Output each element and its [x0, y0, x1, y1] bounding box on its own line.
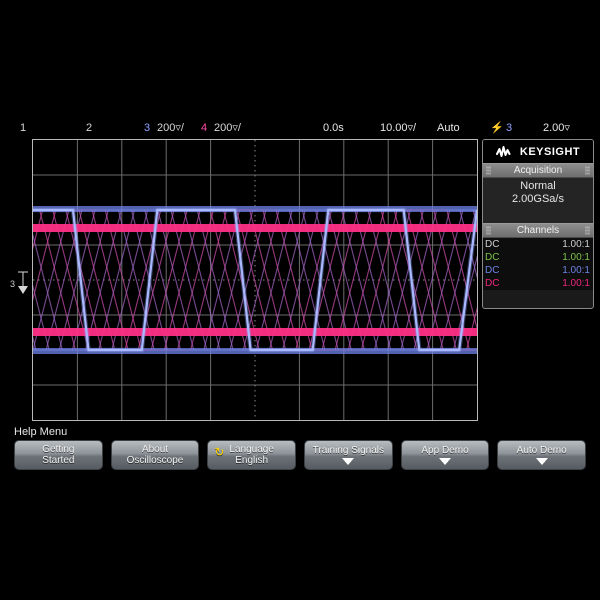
channel-1-probe-ratio: 1.00:1 [562, 239, 590, 250]
channel-row[interactable]: DC 1.00:1 [483, 264, 593, 277]
status-channel-4-scale[interactable]: 200▿/ [214, 119, 241, 137]
softkey-line1: App Demo [421, 445, 469, 456]
status-channel-4-label[interactable]: 4 [201, 119, 207, 137]
softkey-line1: Language [229, 444, 274, 455]
oscilloscope-screenshot: 1 2 3 200▿/ 4 200▿/ 0.0s 10.00▿/ Auto ⚡ … [0, 0, 600, 600]
ground-reference-marker[interactable]: 3 [10, 270, 32, 296]
status-channel-2-label[interactable]: 2 [86, 119, 92, 137]
channel-3-coupling: DC [485, 265, 500, 276]
scope-display: 1 2 3 200▿/ 4 200▿/ 0.0s 10.00▿/ Auto ⚡ … [0, 119, 600, 473]
keysight-brand-text: KEYSIGHT [519, 145, 581, 158]
channel-2-coupling: DC [485, 252, 500, 263]
status-trigger-mode[interactable]: Auto [437, 119, 460, 137]
status-channel-3-scale[interactable]: 200▿/ [157, 119, 184, 137]
grip-dots-right-icon [585, 226, 590, 235]
channel-rows: DC 1.00:1 DC 1.00:1 DC 1.00:1 DC 1.00:1 [483, 238, 593, 290]
channel-2-probe-ratio: 1.00:1 [562, 252, 590, 263]
softkey-line2: Oscilloscope [126, 455, 184, 466]
softkey-language[interactable]: ↻ Language English [207, 440, 297, 470]
channel-3-probe-ratio: 1.00:1 [562, 265, 590, 276]
status-trigger-level[interactable]: 2.00▿ [543, 119, 570, 137]
down-arrow-icon [342, 458, 355, 465]
acquisition-section-header[interactable]: Acquisition [483, 163, 593, 178]
softkey-app-demo[interactable]: App Demo [400, 440, 490, 470]
down-arrow-icon [439, 458, 452, 465]
channel-row[interactable]: DC 1.00:1 [483, 277, 593, 290]
status-bar: 1 2 3 200▿/ 4 200▿/ 0.0s 10.00▿/ Auto ⚡ … [0, 119, 600, 137]
acquisition-header-label: Acquisition [513, 165, 563, 176]
softkey-training-signals[interactable]: Training Signals [304, 440, 393, 470]
info-sidebar: KEYSIGHT Acquisition Normal 2.00GSa/s Ch… [482, 139, 594, 309]
channels-header-label: Channels [516, 225, 560, 236]
status-trigger-source[interactable]: 3 [506, 119, 512, 137]
grip-dots-left-icon [486, 226, 491, 235]
channel-4-coupling: DC [485, 278, 500, 289]
svg-text:3: 3 [10, 279, 15, 289]
channels-section-header[interactable]: Channels [483, 223, 593, 238]
status-channel-1-label[interactable]: 1 [20, 119, 26, 137]
channel-4-probe-ratio: 1.00:1 [562, 278, 590, 289]
softkey-bar: Getting Started About Oscilloscope ↻ Lan… [14, 440, 587, 470]
acquisition-mode: Normal [520, 180, 556, 192]
acquisition-section-body: Normal 2.00GSa/s [483, 178, 593, 209]
channel-row[interactable]: DC 1.00:1 [483, 251, 593, 264]
softkey-line2: Started [42, 455, 75, 466]
waveform-plot-area[interactable] [32, 139, 478, 421]
softkey-line2: English [235, 455, 269, 466]
menu-title: Help Menu [14, 426, 68, 438]
grip-dots-right-icon [585, 166, 590, 175]
keysight-logo: KEYSIGHT [483, 140, 593, 163]
keysight-wave-logo-icon [495, 146, 511, 157]
waveform-traces [33, 206, 477, 354]
channel-row[interactable]: DC 1.00:1 [483, 238, 593, 251]
softkey-line1: Auto Demo [516, 445, 567, 456]
down-arrow-icon [535, 458, 548, 465]
status-delay[interactable]: 0.0s [323, 119, 344, 137]
sample-rate: 2.00GSa/s [512, 193, 564, 205]
status-timebase[interactable]: 10.00▿/ [380, 119, 416, 137]
refresh-circle-icon: ↻ [214, 445, 225, 459]
sidebar-spacer [483, 209, 593, 223]
rising-edge-icon: ⚡ [490, 122, 504, 134]
softkey-getting-started[interactable]: Getting Started [14, 440, 103, 470]
graticule [32, 139, 478, 421]
status-channel-3-label[interactable]: 3 [144, 119, 150, 137]
grip-dots-left-icon [486, 166, 491, 175]
softkey-about-oscilloscope[interactable]: About Oscilloscope [110, 440, 200, 470]
softkey-auto-demo[interactable]: Auto Demo [497, 440, 587, 470]
softkey-line1: Training Signals [312, 445, 385, 456]
channel-1-coupling: DC [485, 239, 500, 250]
softkey-line1: About [141, 444, 169, 455]
softkey-line1: Getting [42, 444, 75, 455]
